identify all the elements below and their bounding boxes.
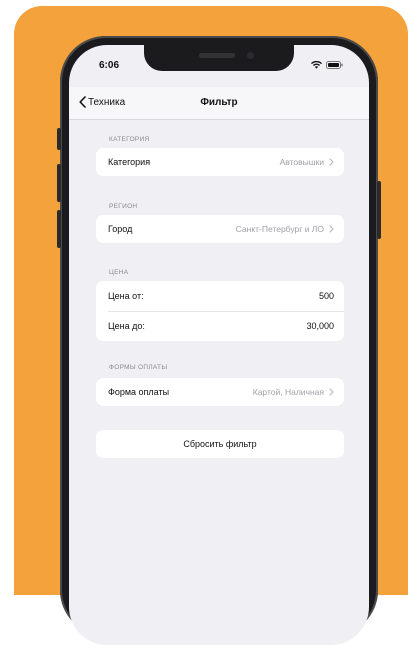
navigation-bar: Техника Фильтр xyxy=(69,87,369,120)
row-price-to[interactable]: Цена до: 30,000 xyxy=(96,311,344,341)
notch xyxy=(144,45,294,71)
speaker-grille xyxy=(199,53,235,58)
category-label: Категория xyxy=(108,157,151,167)
city-value: Санкт-Петербург и ЛО xyxy=(235,224,324,234)
phone-frame: 6:06 Техника Фильтр КАТЕГОРИЯ Категория … xyxy=(57,36,381,645)
price-from-value[interactable]: 500 xyxy=(319,291,334,301)
phone-screen: 6:06 Техника Фильтр КАТЕГОРИЯ Категория … xyxy=(69,45,369,645)
side-button-silent xyxy=(57,128,61,150)
wifi-icon xyxy=(311,61,322,69)
page-title: Фильтр xyxy=(200,97,238,108)
row-price-from[interactable]: Цена от: 500 xyxy=(96,281,344,311)
section-header-category: КАТЕГОРИЯ xyxy=(109,136,150,143)
group-price: Цена от: 500 Цена до: 30,000 xyxy=(96,281,344,341)
section-header-price: ЦЕНА xyxy=(109,269,129,276)
payment-label: Форма оплаты xyxy=(108,387,170,397)
reset-filter-button[interactable]: Сбросить фильтр xyxy=(96,430,344,458)
payment-value: Картой, Наличная xyxy=(252,387,324,397)
group-region: Город Санкт-Петербург и ЛО xyxy=(96,215,344,243)
chevron-right-icon xyxy=(329,158,334,166)
section-header-payment: ФОРМЫ ОПЛАТЫ xyxy=(109,364,168,371)
side-button-volume-down xyxy=(57,210,61,248)
section-header-region: РЕГИОН xyxy=(109,203,138,210)
chevron-right-icon xyxy=(329,225,334,233)
side-button-power xyxy=(377,181,381,239)
price-to-value[interactable]: 30,000 xyxy=(306,321,334,331)
price-to-label: Цена до: xyxy=(108,321,145,331)
stage: 6:06 Техника Фильтр КАТЕГОРИЯ Категория … xyxy=(0,0,414,645)
status-icons xyxy=(311,61,343,69)
row-payment[interactable]: Форма оплаты Картой, Наличная xyxy=(96,378,344,406)
battery-icon xyxy=(326,61,343,69)
price-from-label: Цена от: xyxy=(108,291,144,301)
chevron-right-icon xyxy=(329,388,334,396)
front-camera xyxy=(247,52,254,59)
row-category[interactable]: Категория Автовышки xyxy=(96,148,344,176)
group-payment: Форма оплаты Картой, Наличная xyxy=(96,378,344,406)
group-category: Категория Автовышки xyxy=(96,148,344,176)
side-button-volume-up xyxy=(57,164,61,202)
city-label: Город xyxy=(108,224,133,234)
row-city[interactable]: Город Санкт-Петербург и ЛО xyxy=(96,215,344,243)
category-value: Автовышки xyxy=(279,157,324,167)
status-time: 6:06 xyxy=(99,60,120,71)
